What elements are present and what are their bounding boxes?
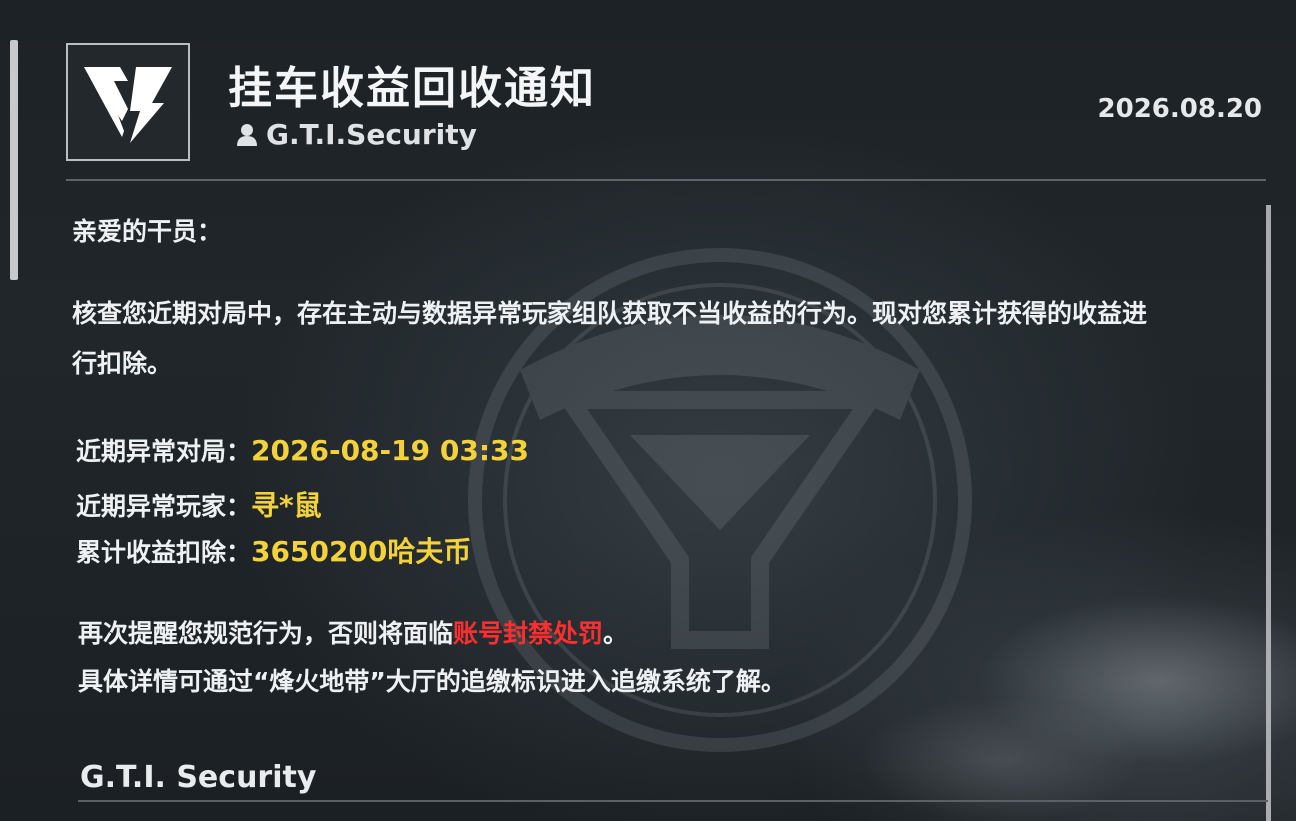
gti-logo-icon	[84, 67, 172, 143]
footer-signature: G.T.I. Security	[80, 760, 317, 795]
paragraph-line-2: 行扣除。	[72, 349, 173, 378]
detail-label: 累计收益扣除：	[76, 538, 252, 567]
gti-logo	[66, 43, 190, 161]
header-divider	[66, 179, 1266, 181]
left-scrollbar[interactable]	[10, 40, 18, 280]
sender-name: G.T.I.Security	[266, 118, 477, 151]
info-line: 具体详情可通过“烽火地带”大厅的追缴标识进入追缴系统了解。	[78, 667, 786, 696]
warning-line: 再次提醒您规范行为，否则将面临账号封禁处罚。	[78, 614, 628, 650]
greeting: 亲爱的干员：	[72, 217, 223, 246]
detail-label: 近期异常对局：	[76, 437, 252, 466]
warning-suffix: 。	[603, 619, 629, 648]
detail-row-match: 近期异常对局： 2026-08-19 03:33	[76, 432, 529, 468]
footer-divider	[78, 800, 1268, 802]
mail-title: 挂车收益回收通知	[228, 63, 596, 114]
detail-row-deduction: 累计收益扣除： 3650200哈夫币	[76, 530, 471, 570]
detail-label: 近期异常玩家：	[76, 492, 252, 521]
detail-value: 寻*鼠	[251, 489, 322, 522]
detail-value: 3650200哈夫币	[251, 535, 472, 568]
paragraph-line-1: 核查您近期对局中，存在主动与数据异常玩家组队获取不当收益的行为。现对您累计获得的…	[72, 299, 1148, 328]
storm-cloud-decoration	[860, 560, 1296, 821]
user-icon	[237, 123, 257, 146]
detail-row-player: 近期异常玩家： 寻*鼠	[76, 484, 322, 524]
ban-warning-highlight: 账号封禁处罚	[453, 619, 604, 648]
warning-prefix: 再次提醒您规范行为，否则将面临	[78, 619, 454, 648]
detail-value: 2026-08-19 03:33	[251, 434, 529, 467]
mail-sender: G.T.I.Security	[236, 118, 477, 151]
mail-date: 2026.08.20	[1097, 94, 1262, 124]
mail-screen: 挂车收益回收通知 G.T.I.Security 2026.08.20 亲爱的干员…	[0, 0, 1296, 821]
